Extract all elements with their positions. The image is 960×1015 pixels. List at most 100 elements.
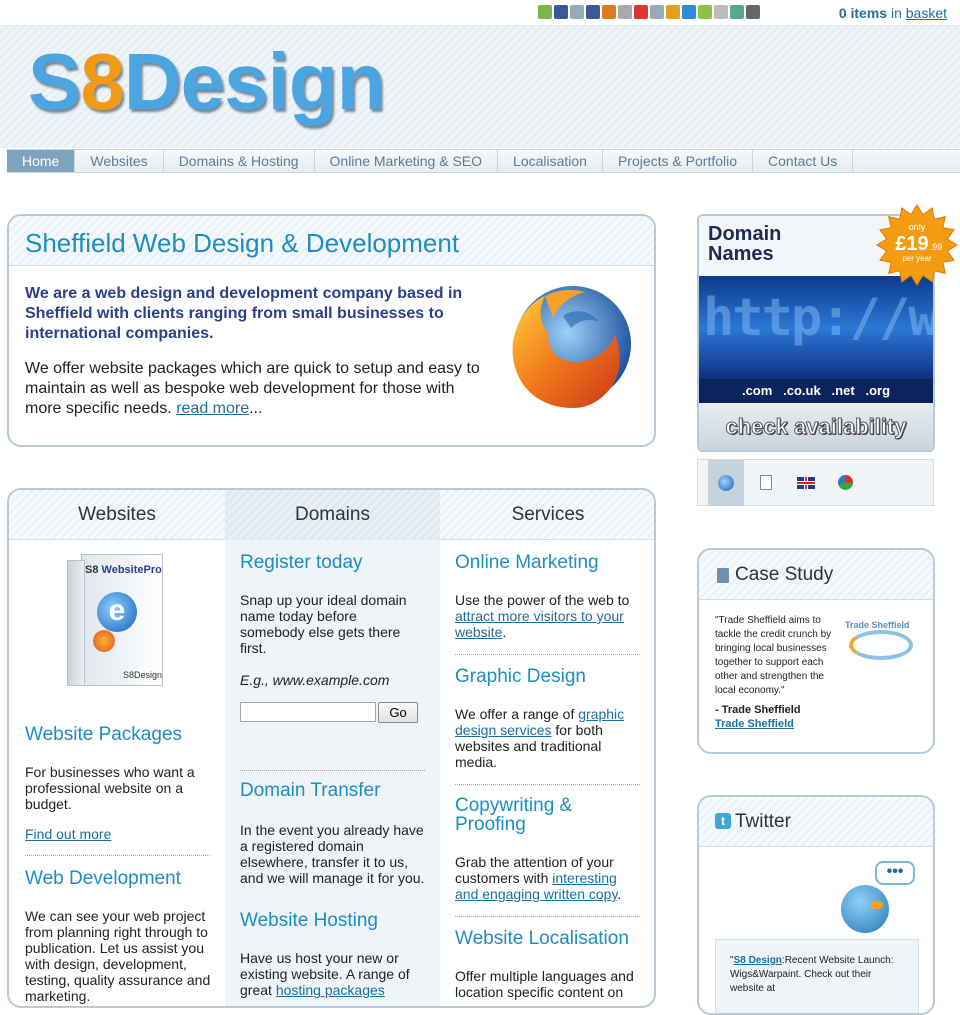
websites-column: S8 WebsitePro e S8Design Website Package… bbox=[9, 540, 225, 1006]
site-header: S8Design bbox=[0, 26, 960, 148]
divider bbox=[455, 784, 640, 785]
social-bookmark-icon[interactable] bbox=[650, 5, 664, 19]
om-text-end: . bbox=[502, 624, 507, 640]
basket-status: 0 items in basket bbox=[839, 5, 947, 21]
firefox-icon bbox=[512, 286, 631, 408]
domain-ad-tlds: .com .co.uk .net .org bbox=[699, 379, 933, 403]
domain-transfer-title: Domain Transfer bbox=[240, 780, 381, 801]
om-text: Use the power of the web to bbox=[455, 592, 630, 608]
social-bookmark-icon[interactable] bbox=[602, 5, 616, 19]
basket-in-text: in bbox=[890, 5, 902, 21]
copywriting-text: Grab the attention of your customers wit… bbox=[455, 854, 640, 902]
web-development-title: Web Development bbox=[25, 868, 181, 889]
domain-ad-banner: http://www. bbox=[699, 276, 933, 381]
twitter-title: Twitter bbox=[735, 811, 791, 832]
divider bbox=[455, 916, 640, 917]
go-button[interactable]: Go bbox=[378, 702, 418, 723]
uk-flag-icon bbox=[797, 477, 815, 489]
domain-search-input[interactable] bbox=[240, 702, 376, 722]
domain-ad-title-line2: Names bbox=[708, 243, 774, 265]
website-localisation-title: Website Localisation bbox=[455, 928, 629, 949]
social-bookmark-icon[interactable] bbox=[746, 5, 760, 19]
logo-letter-s: S bbox=[28, 37, 81, 126]
column-heading-websites: Websites bbox=[78, 504, 156, 525]
case-study-author: - Trade Sheffield bbox=[715, 704, 801, 716]
twitter-bird-icon bbox=[837, 877, 893, 935]
social-bookmark-icon[interactable] bbox=[634, 5, 648, 19]
copywriting-title: Copywriting & Proofing bbox=[455, 795, 573, 835]
tab-uk-flag[interactable] bbox=[788, 460, 824, 506]
tab-document[interactable] bbox=[748, 460, 784, 506]
nav-contact-us[interactable]: Contact Us bbox=[753, 150, 854, 172]
s8design-twitter-link[interactable]: S8 Design bbox=[734, 955, 782, 966]
online-marketing-text: Use the power of the web to attract more… bbox=[455, 592, 640, 640]
online-marketing-title: Online Marketing bbox=[455, 552, 599, 573]
case-study-title: Case Study bbox=[735, 564, 834, 585]
nav-home[interactable]: Home bbox=[7, 150, 76, 172]
column-heading-domains: Domains bbox=[225, 490, 440, 540]
social-bookmark-icon[interactable] bbox=[666, 5, 680, 19]
case-study-panel: Case Study "Trade Sheffield aims to tack… bbox=[697, 548, 935, 754]
basket-link[interactable]: basket bbox=[906, 5, 947, 21]
logo-word-design: Design bbox=[123, 37, 386, 126]
domain-ad-title-line1: Domain bbox=[708, 223, 782, 245]
box-brand: S8 bbox=[85, 564, 99, 576]
trade-sheffield-logo-text: Trade Sheffield bbox=[845, 620, 910, 630]
document-icon bbox=[760, 475, 772, 490]
badge-only: only bbox=[909, 222, 926, 232]
social-bookmark-icon[interactable] bbox=[554, 5, 568, 19]
globe-icon bbox=[718, 475, 734, 491]
ie-icon: e bbox=[97, 592, 137, 632]
speech-bubble-icon: ••• bbox=[875, 861, 915, 885]
pie-chart-icon bbox=[838, 475, 853, 490]
intro-lead: We are a web design and development comp… bbox=[25, 285, 463, 342]
column-heading-services: Services bbox=[511, 504, 585, 525]
domain-ad-title: Domain Names bbox=[708, 224, 781, 264]
basket-count: 0 items bbox=[838, 5, 888, 21]
divider bbox=[455, 654, 640, 655]
sidebar-tab-strip bbox=[697, 459, 934, 506]
social-bookmark-icon[interactable] bbox=[570, 5, 584, 19]
logo-digit-8: 8 bbox=[80, 37, 124, 126]
check-availability-button[interactable]: check availability bbox=[699, 403, 933, 450]
graphic-design-text: We offer a range of graphic design servi… bbox=[455, 706, 640, 770]
social-bookmark-icon[interactable] bbox=[730, 5, 744, 19]
register-today-title: Register today bbox=[240, 552, 363, 573]
box-title: WebsitePro bbox=[101, 564, 162, 576]
latest-tweet: "S8 Design:Recent Website Launch: Wigs&W… bbox=[715, 939, 919, 1013]
register-today-text: Snap up your ideal domain name today bef… bbox=[240, 592, 407, 656]
trade-sheffield-link[interactable]: Trade Sheffield bbox=[715, 718, 794, 730]
website-hosting-text: Have us host your new or existing websit… bbox=[240, 950, 425, 998]
cw-text-end: . bbox=[617, 886, 622, 902]
social-bookmark-icon[interactable] bbox=[586, 5, 600, 19]
attract-visitors-link[interactable]: attract more visitors to your website bbox=[455, 608, 624, 640]
price-starburst-badge: only £19 .99 per year bbox=[876, 204, 958, 286]
social-bookmark-icon[interactable] bbox=[538, 5, 552, 19]
find-out-more-link[interactable]: Find out more bbox=[25, 826, 111, 842]
social-bookmark-icon[interactable] bbox=[618, 5, 632, 19]
social-bookmark-icon[interactable] bbox=[698, 5, 712, 19]
nav-websites[interactable]: Websites bbox=[75, 150, 164, 172]
nav-domains-hosting[interactable]: Domains & Hosting bbox=[164, 150, 315, 172]
website-pro-box-image: S8 WebsitePro e S8Design bbox=[67, 554, 167, 694]
nav-localisation[interactable]: Localisation bbox=[498, 150, 603, 172]
social-bookmark-icon[interactable] bbox=[714, 5, 728, 19]
tab-chart[interactable] bbox=[828, 460, 864, 506]
intro-panel: Sheffield Web Design & Development We ar… bbox=[7, 214, 656, 447]
page-title: Sheffield Web Design & Development bbox=[25, 228, 460, 258]
badge-pence: .99 bbox=[930, 242, 943, 252]
hosting-packages-link[interactable]: hosting packages bbox=[276, 982, 385, 998]
case-study-quote: "Trade Sheffield aims to tackle the cred… bbox=[715, 615, 832, 696]
nav-online-marketing-seo[interactable]: Online Marketing & SEO bbox=[315, 150, 499, 172]
domain-example-text: E.g., www.example.com bbox=[240, 672, 390, 688]
social-bookmark-icons bbox=[538, 5, 760, 19]
tab-globe[interactable] bbox=[708, 460, 744, 506]
read-more-link[interactable]: read more bbox=[176, 400, 249, 417]
website-packages-text: For businesses who want a professional w… bbox=[25, 764, 195, 812]
nav-projects-portfolio[interactable]: Projects & Portfolio bbox=[603, 150, 754, 172]
s8design-logo[interactable]: S8Design bbox=[28, 42, 386, 122]
social-bookmark-icon[interactable] bbox=[682, 5, 696, 19]
box-footer: S8Design bbox=[123, 670, 163, 680]
read-more-ellipsis: ... bbox=[249, 400, 263, 417]
trade-sheffield-logo: Trade Sheffield bbox=[845, 614, 919, 670]
